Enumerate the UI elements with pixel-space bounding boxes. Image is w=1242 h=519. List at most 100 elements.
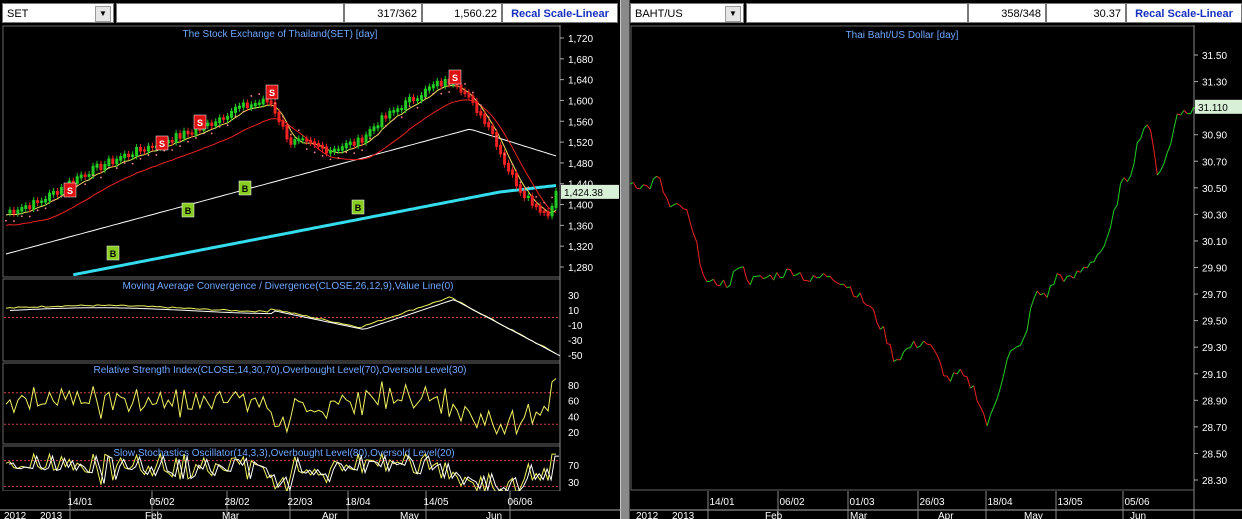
sar-dot — [107, 166, 110, 169]
price-segment — [746, 279, 751, 286]
price-segment — [923, 340, 928, 345]
price-segment — [946, 375, 951, 382]
buy-signal-label: B — [355, 203, 362, 213]
date-tick-label: 18/04 — [345, 497, 370, 508]
price-segment — [1040, 292, 1045, 296]
candle-body — [435, 80, 439, 87]
baht-chart[interactable]: Thai Baht/US Dollar [day]31.5031.3031.10… — [630, 25, 1242, 519]
sar-dot — [20, 215, 23, 218]
date-tick-label: 05/02 — [149, 497, 174, 508]
sar-dot — [202, 132, 205, 135]
price-segment — [763, 276, 768, 280]
price-segment — [796, 272, 801, 276]
price-segment — [836, 282, 841, 285]
candle-body — [131, 154, 135, 158]
candle-body — [538, 205, 542, 213]
candle-body — [253, 102, 257, 107]
candle-body — [111, 158, 115, 165]
price-segment — [649, 178, 654, 190]
sar-dot — [187, 140, 189, 143]
sell-signal-label: S — [67, 186, 73, 196]
candle-body — [534, 203, 538, 208]
baht-symbol-select[interactable]: BAHT/US ▼ — [630, 3, 744, 23]
candle-body — [305, 138, 309, 142]
sar-dot — [400, 116, 403, 119]
baht-title: Thai Baht/US Dollar [day] — [846, 30, 959, 41]
price-segment — [1050, 284, 1054, 286]
price-tick-label: 1,280 — [568, 263, 593, 274]
candle-body — [336, 148, 340, 151]
candle-body — [340, 146, 344, 151]
candle-body — [115, 158, 119, 165]
last-price-label: 31.110 — [1198, 103, 1228, 114]
price-segment — [783, 268, 788, 278]
date-tick-label: 14/01 — [67, 497, 92, 508]
price-title: The Stock Exchange of Thailand(SET) [day… — [183, 29, 378, 40]
candle-body — [443, 78, 447, 87]
price-segment — [979, 406, 985, 415]
price-segment — [963, 375, 968, 378]
price-segment — [780, 276, 784, 279]
candle-body — [123, 153, 127, 159]
set-symbol-select[interactable]: SET ▼ — [2, 3, 114, 23]
month-label: Apr — [938, 511, 954, 519]
price-segment — [903, 348, 908, 353]
sar-dot — [408, 105, 411, 108]
price-segment — [1143, 124, 1148, 129]
last-price-label: 1,424.38 — [564, 188, 603, 199]
buy-signal-label: B — [110, 249, 117, 259]
price-segment — [816, 276, 821, 279]
price-segment — [866, 304, 871, 307]
price-tick-label: 28.50 — [1202, 449, 1227, 460]
month-label: Feb — [765, 511, 783, 519]
candle-body — [416, 98, 420, 102]
price-segment — [996, 387, 1001, 400]
sar-dot — [543, 201, 546, 204]
candle-body — [522, 190, 526, 199]
candle-body — [103, 163, 107, 171]
price-segment — [686, 209, 691, 223]
price-segment — [733, 268, 738, 272]
sar-dot — [13, 220, 15, 222]
candle-body — [55, 191, 59, 195]
price-segment — [999, 374, 1005, 388]
baht-last-value: 30.37 — [1046, 3, 1126, 23]
price-segment — [1163, 152, 1168, 164]
chevron-down-icon[interactable]: ▼ — [95, 6, 111, 22]
set-recal-scale-button[interactable]: Recal Scale-Linear — [502, 3, 618, 23]
baht-symbol-text: BAHT/US — [635, 8, 683, 20]
candle-body — [384, 115, 388, 119]
month-label: Jun — [486, 511, 502, 519]
baht-recal-scale-button[interactable]: Recal Scale-Linear — [1126, 3, 1242, 23]
candle-body — [194, 128, 198, 135]
pane-splitter[interactable] — [620, 0, 630, 519]
price-tick-label: 30.90 — [1202, 131, 1227, 142]
set-chart[interactable]: The Stock Exchange of Thailand(SET) [day… — [0, 25, 620, 519]
price-segment — [692, 233, 698, 243]
price-segment — [913, 340, 918, 348]
baht-blank-field — [746, 3, 968, 23]
price-tick-label: 1,320 — [568, 242, 593, 253]
price-segment — [1070, 275, 1075, 279]
candle-body — [59, 187, 63, 195]
candle-body — [32, 200, 36, 210]
sar-dot — [52, 199, 55, 202]
price-tick-label: 28.30 — [1202, 476, 1227, 487]
stoch-title: Slow Stochastics Oscillator(14,3,3),Over… — [113, 448, 454, 459]
month-label: Mar — [222, 511, 240, 519]
price-segment — [749, 276, 754, 285]
price-segment — [646, 185, 651, 190]
price-segment — [863, 302, 868, 306]
sar-dot — [464, 82, 466, 85]
price-segment — [719, 279, 724, 286]
price-segment — [689, 222, 694, 234]
sar-dot — [305, 148, 308, 150]
candle-body — [119, 156, 123, 161]
sar-dot — [28, 215, 31, 218]
sell-signal-label: S — [197, 118, 203, 128]
chevron-down-icon[interactable]: ▼ — [725, 6, 741, 22]
sar-dot — [218, 125, 221, 128]
price-segment — [1180, 109, 1185, 116]
price-segment — [1173, 113, 1178, 129]
set-toolbar: SET ▼ 317/362 1,560.22 Recal Scale-Linea… — [0, 0, 620, 25]
